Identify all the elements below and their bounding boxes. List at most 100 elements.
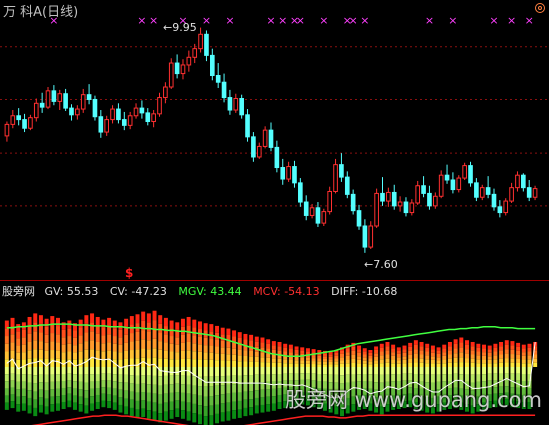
gv-bar-80-seg-0 bbox=[459, 337, 464, 343]
gv-bar-65-seg-4 bbox=[374, 360, 379, 364]
gv-bar-91-seg-3 bbox=[521, 355, 526, 360]
gv-bar-68-seg-1 bbox=[391, 348, 396, 353]
gv-bar-22-seg-3 bbox=[129, 341, 134, 351]
cv-bar-7-seg-2 bbox=[44, 382, 49, 391]
candle-body-17 bbox=[104, 119, 110, 133]
candle-body-68 bbox=[403, 201, 409, 214]
gv-bar-62-seg-4 bbox=[357, 359, 362, 364]
signal-cross-13: × bbox=[360, 14, 369, 27]
candle-body-12 bbox=[75, 108, 80, 116]
cv-bar-13-seg-4 bbox=[78, 396, 83, 405]
gv-bar-36-seg-4 bbox=[209, 352, 214, 360]
gv-bar-27-seg-4 bbox=[158, 349, 163, 359]
candle-body-29 bbox=[174, 62, 180, 75]
gv-bar-55-seg-4 bbox=[317, 361, 322, 365]
cv-bar-39-seg-0 bbox=[226, 367, 231, 376]
candle-body-41 bbox=[245, 114, 250, 138]
gv-bar-50-seg-5 bbox=[288, 363, 293, 367]
gv-bar-70-seg-2 bbox=[402, 352, 407, 357]
gv-bar-33-seg-5 bbox=[192, 359, 197, 367]
gv-bar-18-seg-4 bbox=[107, 350, 112, 359]
gv-bar-60-seg-4 bbox=[345, 359, 350, 364]
cv-bar-44-seg-0 bbox=[254, 367, 259, 375]
cv-bar-62-seg-1 bbox=[357, 374, 362, 382]
gv-bar-65-seg-1 bbox=[374, 349, 379, 354]
gv-bar-83-seg-3 bbox=[476, 355, 481, 360]
gv-bar-76-seg-3 bbox=[436, 357, 441, 361]
candle-body-66 bbox=[391, 191, 397, 207]
cv-bar-81-seg-0 bbox=[465, 367, 469, 375]
gv-bar-84-seg-4 bbox=[482, 359, 487, 364]
gv-bar-53-seg-1 bbox=[305, 351, 310, 355]
candle-body-79 bbox=[468, 165, 473, 184]
cv-bar-74-seg-0 bbox=[425, 367, 430, 375]
candle-body-84 bbox=[497, 206, 503, 214]
watermark: 股旁网 www.gupang.com bbox=[285, 388, 542, 412]
cv-bar-18-seg-3 bbox=[107, 387, 112, 395]
cv-bar-37-seg-3 bbox=[215, 395, 220, 405]
cv-bar-27-seg-3 bbox=[158, 394, 163, 404]
gv-bar-80-seg-5 bbox=[459, 362, 464, 367]
gv-bar-56-seg-2 bbox=[322, 356, 327, 359]
cv-bar-56-seg-0 bbox=[322, 367, 327, 375]
gv-bar-84-seg-0 bbox=[482, 344, 487, 349]
gv-bar-9-seg-2 bbox=[55, 334, 60, 343]
gv-bar-18-seg-3 bbox=[107, 342, 112, 351]
gv-bar-73-seg-4 bbox=[419, 358, 424, 363]
candle-body-61 bbox=[362, 225, 368, 248]
gv-bar-81-seg-3 bbox=[465, 353, 469, 359]
cv-bar-65-seg-1 bbox=[374, 374, 379, 383]
candle-body-26 bbox=[157, 97, 162, 115]
cv-bar-43-seg-4 bbox=[249, 399, 254, 408]
gv-bar-63-seg-1 bbox=[362, 351, 367, 355]
candle-body-69 bbox=[409, 202, 415, 214]
cv-bar-30-seg-3 bbox=[175, 392, 180, 401]
cv-bar-87-seg-1 bbox=[499, 373, 504, 381]
gv-bar-44-seg-0 bbox=[254, 336, 259, 342]
cv-bar-54-seg-0 bbox=[311, 367, 316, 374]
gv-bar-48-seg-2 bbox=[277, 350, 282, 355]
gv-bar-21-seg-0 bbox=[124, 318, 129, 327]
cv-bar-28-seg-4 bbox=[163, 402, 168, 412]
cv-bar-26-seg-3 bbox=[152, 393, 157, 403]
gv-bar-87-seg-2 bbox=[499, 350, 504, 355]
gv-bar-79-seg-3 bbox=[453, 353, 458, 358]
gv-bar-26-seg-2 bbox=[152, 329, 157, 339]
candle-body-39 bbox=[233, 98, 239, 111]
gv-bar-47-seg-5 bbox=[271, 362, 276, 367]
cv-bar-22-seg-2 bbox=[129, 383, 134, 392]
candle-body-85 bbox=[503, 200, 509, 214]
bullseye-icon[interactable] bbox=[535, 3, 545, 13]
gv-bar-48-seg-5 bbox=[277, 362, 282, 367]
cv-bar-22-seg-1 bbox=[129, 375, 134, 384]
cv-bar-10-seg-3 bbox=[61, 387, 66, 395]
cv-bar-6-seg-0 bbox=[38, 367, 43, 375]
gv-bar-66-seg-0 bbox=[379, 343, 384, 348]
signal-cross-2: × bbox=[149, 14, 158, 27]
gv-bar-31-seg-0 bbox=[180, 318, 185, 327]
cv-bar-69-seg-0 bbox=[396, 367, 401, 374]
gv-bar-90-seg-4 bbox=[516, 358, 521, 363]
cv-bar-14-seg-2 bbox=[84, 382, 89, 391]
cv-bar-0-seg-2 bbox=[4, 381, 9, 389]
cv-bar-48-seg-0 bbox=[277, 367, 282, 374]
gv-bar-6-seg-3 bbox=[38, 341, 43, 350]
cv-bar-29-seg-1 bbox=[169, 375, 174, 385]
gv-bar-64-seg-0 bbox=[368, 350, 373, 353]
cv-bar-61-seg-0 bbox=[351, 367, 356, 375]
gv-bar-44-seg-3 bbox=[254, 351, 259, 357]
cv-bar-15-seg-4 bbox=[90, 396, 95, 404]
cv-bar-34-seg-4 bbox=[198, 405, 202, 415]
gv-bar-39-seg-5 bbox=[226, 360, 231, 367]
candle-body-5 bbox=[33, 102, 39, 119]
cv-bar-6-seg-2 bbox=[38, 382, 43, 390]
cv-bar-6-seg-1 bbox=[38, 374, 43, 383]
candle-body-9 bbox=[57, 93, 63, 102]
cv-bar-85-seg-0 bbox=[487, 367, 492, 374]
gv-bar-46-seg-4 bbox=[266, 357, 271, 363]
cv-bar-25-seg-0 bbox=[146, 367, 151, 376]
cv-bar-43-seg-5 bbox=[249, 407, 254, 416]
cv-bar-13-seg-1 bbox=[78, 374, 83, 382]
gv-bar-54-seg-3 bbox=[311, 358, 316, 362]
gv-bar-57-seg-3 bbox=[328, 359, 333, 362]
